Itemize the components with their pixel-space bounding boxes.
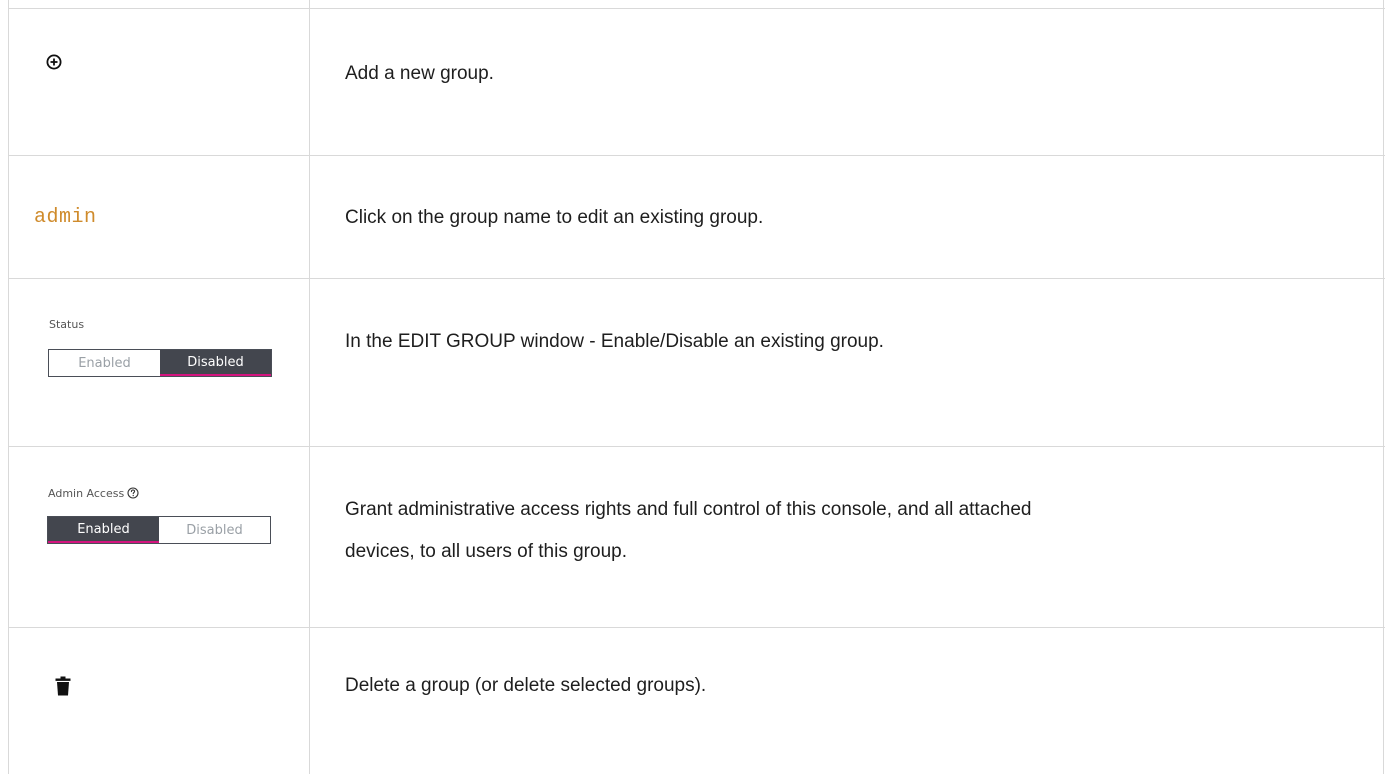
- row-description: Add a new group.: [345, 63, 494, 84]
- column-divider: [309, 0, 310, 774]
- status-label: Status: [49, 318, 85, 331]
- row-description: Grant administrative access rights and f…: [345, 491, 1355, 571]
- row-divider: [8, 8, 1385, 9]
- status-toggle[interactable]: Enabled Disabled: [48, 349, 272, 377]
- status-disabled-option[interactable]: Disabled: [160, 350, 271, 376]
- table-border-left: [8, 0, 9, 774]
- row-divider: [8, 155, 1385, 156]
- admin-access-disabled-option[interactable]: Disabled: [159, 517, 270, 543]
- row-description-line: Grant administrative access rights and f…: [345, 499, 1032, 520]
- row-divider: [8, 627, 1385, 628]
- row-description-line: devices, to all users of this group.: [345, 541, 627, 562]
- row-divider: [8, 446, 1385, 447]
- admin-access-toggle[interactable]: Enabled Disabled: [47, 516, 271, 544]
- row-description: In the EDIT GROUP window - Enable/Disabl…: [345, 331, 884, 352]
- help-circle-icon[interactable]: [127, 487, 139, 499]
- admin-access-label-text: Admin Access: [48, 487, 125, 500]
- row-description: Delete a group (or delete selected group…: [345, 675, 707, 696]
- help-table: Add a new group. admin Click on the grou…: [0, 0, 1385, 774]
- add-circle-icon[interactable]: [46, 54, 62, 70]
- admin-access-label: Admin Access: [48, 487, 139, 500]
- admin-access-enabled-option[interactable]: Enabled: [48, 517, 159, 543]
- row-description: Click on the group name to edit an exist…: [345, 207, 764, 228]
- row-divider: [8, 278, 1385, 279]
- status-enabled-option[interactable]: Enabled: [49, 350, 160, 376]
- table-border-right: [1383, 0, 1384, 774]
- trash-icon[interactable]: [55, 676, 71, 696]
- group-name-link[interactable]: admin: [34, 206, 97, 229]
